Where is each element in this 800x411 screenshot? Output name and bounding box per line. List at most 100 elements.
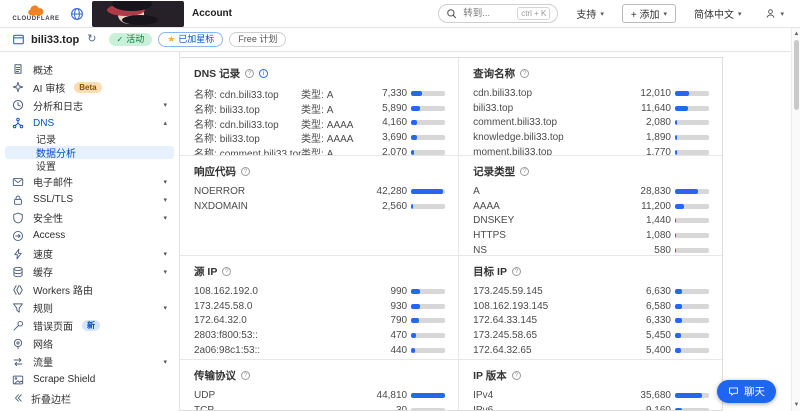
sidebar-item-analytics-logs[interactable]: 分析和日志 ▾ xyxy=(0,96,179,114)
scrollbar-thumb[interactable] xyxy=(793,40,799,110)
metric-label: A xyxy=(473,185,480,197)
metric-bar-fill xyxy=(674,392,703,398)
global-search[interactable]: ctrl + K xyxy=(438,4,559,23)
sidebar-item-security[interactable]: 安全性 ▾ xyxy=(0,209,179,227)
globe-icon[interactable] xyxy=(70,7,84,21)
metric-bar xyxy=(411,348,446,354)
metric-bar xyxy=(411,105,446,111)
section-response-code: 响应代码 ? NOERROR 42,280 NXDOMAIN 2,560 xyxy=(180,155,460,255)
metric-value: 4,160 xyxy=(382,117,408,129)
help-icon[interactable]: ? xyxy=(245,69,255,78)
scroll-down-arrow-icon[interactable]: ▼ xyxy=(792,401,800,409)
metric-bar xyxy=(674,348,709,354)
help-icon[interactable]: ? xyxy=(520,167,530,176)
section-title: 目标 IP xyxy=(473,266,507,278)
sidebar-item-error-pages[interactable]: 错误页面 新 xyxy=(0,317,179,335)
help-icon[interactable]: ? xyxy=(222,267,232,276)
workers-icon xyxy=(12,284,24,296)
support-menu-button[interactable]: 支持 ▾ xyxy=(570,5,610,22)
person-icon xyxy=(765,8,776,19)
metric-row: UDP 44,810 xyxy=(194,388,446,403)
sidebar-item-scrape-shield[interactable]: Scrape Shield xyxy=(0,371,179,385)
sidebar-item-dns[interactable]: DNS ▴ xyxy=(0,114,179,132)
section-header: IP 版本 ? xyxy=(473,368,709,383)
metric-value: 6,330 xyxy=(645,315,671,327)
chat-button[interactable]: 聊天 xyxy=(717,380,776,403)
plan-badge: Free 计划 xyxy=(229,31,287,48)
section-dns-records: DNS 记录 ? i 名称: cdn.bili33.top 类型: A 7,330 … xyxy=(180,58,460,155)
sidebar-item-workers-routes[interactable]: Workers 路由 xyxy=(0,281,179,299)
collapse-sidebar-button[interactable]: 折叠边栏 xyxy=(0,385,179,411)
metric-bar-fill xyxy=(674,333,682,339)
info-icon[interactable]: i xyxy=(259,69,269,78)
starred-badge[interactable]: ★ 已加星标 xyxy=(158,31,224,48)
section-ip-version: IP 版本 ? IPv4 35,680 IPv6 9,160 xyxy=(459,359,722,410)
metric-label: moment.bili33.top xyxy=(473,147,553,155)
chevron-icon: ▾ xyxy=(163,102,167,109)
metric-value: 2,070 xyxy=(382,147,408,155)
dns-icon xyxy=(12,117,24,129)
section-rows: 名称: cdn.bili33.top 类型: A 7,330 名称: bili33.t… xyxy=(194,86,446,155)
metric-value: 1,080 xyxy=(645,230,671,242)
record-type: 类型: A xyxy=(301,89,334,101)
main-content: DNS 记录 ? i 名称: cdn.bili33.top 类型: A 7,330 … xyxy=(180,52,800,411)
metric-bar-fill xyxy=(674,233,676,239)
metric-row: 172.64.33.145 6,330 xyxy=(473,314,709,329)
metric-label: 108.162.193.145 xyxy=(473,300,549,312)
sidebar-item-overview[interactable]: 概述 xyxy=(0,60,179,78)
sidebar-item-traffic[interactable]: 流量 ▾ xyxy=(0,353,179,371)
sidebar-item-caching[interactable]: 缓存 ▾ xyxy=(0,263,179,281)
metric-row: cdn.bili33.top 12,010 xyxy=(473,86,709,101)
metric-label: IPv4 xyxy=(473,389,494,401)
chat-bubble-icon xyxy=(728,386,739,397)
help-icon[interactable]: ? xyxy=(241,371,250,380)
metric-row: 108.162.192.0 990 xyxy=(194,284,446,299)
metric-bar-fill xyxy=(674,120,678,126)
record-name: 名称: bili33.top xyxy=(194,104,260,116)
metric-bar xyxy=(674,233,709,239)
metric-bar-fill xyxy=(674,303,683,309)
sidebar-item-network[interactable]: 网络 xyxy=(0,335,179,353)
metric-row: AAAA 11,200 xyxy=(473,199,709,214)
search-input[interactable] xyxy=(461,7,514,20)
help-icon[interactable]: ? xyxy=(520,69,530,78)
help-icon[interactable]: ? xyxy=(511,371,521,380)
metric-row: IPv6 9,160 xyxy=(473,403,709,410)
section-record-type: 记录类型 ? A 28,830 AAAA 11,200 DNSKEY 1,440… xyxy=(459,155,722,255)
sidebar-subitem-dns-records[interactable]: 记录 xyxy=(5,132,174,146)
section-source-ip: 源 IP ? 108.162.192.0 990 173.245.58.0 93… xyxy=(180,255,460,359)
metric-row: HTTPS 1,080 xyxy=(473,228,709,243)
sidebar-item-speed[interactable]: 速度 ▾ xyxy=(0,245,179,263)
scroll-up-arrow-icon[interactable]: ▲ xyxy=(792,30,800,38)
help-icon[interactable]: ? xyxy=(241,167,250,176)
metric-row: 2a06:98c1:53:: 440 xyxy=(194,343,446,358)
user-menu-button[interactable]: ▾ xyxy=(759,7,790,20)
sidebar-item-ai-audit[interactable]: AI 审核 Beta xyxy=(0,78,179,96)
metric-bar-fill xyxy=(674,203,684,209)
chevron-icon: ▾ xyxy=(163,304,167,312)
add-menu-button[interactable]: + 添加 ▾ xyxy=(621,4,676,23)
page-scrollbar[interactable]: ▲ ▼ xyxy=(791,28,800,411)
section-title: DNS 记录 xyxy=(194,68,241,80)
sidebar-item-access[interactable]: Access xyxy=(0,227,179,245)
sidebar-item-ssl-tls[interactable]: SSL/TLS ▾ xyxy=(0,191,179,209)
dns-record-row: 名称: bili33.top 类型: AAAA 3,690 xyxy=(194,130,446,145)
sidebar-item-rules[interactable]: 规则 ▾ xyxy=(0,299,179,317)
metric-bar-fill xyxy=(411,318,419,324)
metric-value: 5,450 xyxy=(645,330,671,342)
chevron-icon: ▾ xyxy=(163,214,167,222)
section-rows: NOERROR 42,280 NXDOMAIN 2,560 xyxy=(194,184,446,214)
metric-bar-fill xyxy=(411,120,418,126)
help-icon[interactable]: ? xyxy=(511,267,521,276)
metric-bar xyxy=(411,288,446,294)
search-shortcut: ctrl + K xyxy=(517,7,551,20)
section-rows: 108.162.192.0 990 173.245.58.0 930 172.6… xyxy=(194,284,446,358)
sidebar-subitem-dns-analytics[interactable]: 数据分析 xyxy=(5,145,174,160)
metric-bar-fill xyxy=(411,348,416,354)
sidebar-subitem-dns-settings[interactable]: 设置 xyxy=(5,159,174,173)
cloudflare-logo[interactable]: CLOUDFLARE xyxy=(10,5,62,22)
language-menu-button[interactable]: 简体中文 ▾ xyxy=(688,5,748,22)
access-icon xyxy=(12,230,24,242)
sidebar-item-email[interactable]: 电子邮件 ▾ xyxy=(0,173,179,191)
refresh-icon[interactable]: ↻ xyxy=(87,34,96,45)
